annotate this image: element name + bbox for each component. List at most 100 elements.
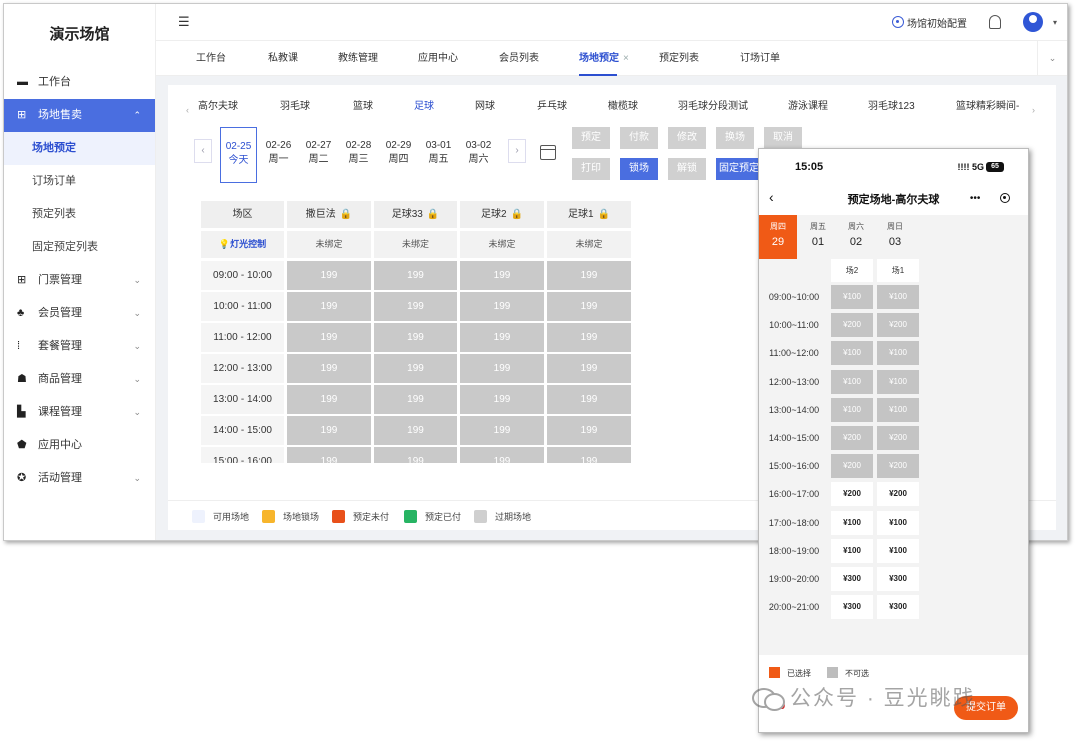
page-tab[interactable]: 教练管理 [338, 41, 378, 76]
tabs-more-icon[interactable]: ⌄ [1037, 41, 1067, 76]
court-slot-cell[interactable]: 199 [374, 292, 457, 321]
court-header[interactable]: 足球33 🔒 [374, 201, 457, 228]
action-button[interactable]: 修改 [668, 127, 706, 149]
page-tab[interactable]: 工作台 [196, 41, 226, 76]
court-slot-cell[interactable]: 199 [547, 447, 631, 463]
sidebar-item[interactable]: ⁞ 套餐管理 ⌄ [4, 330, 155, 363]
phone-slot-cell[interactable]: ¥200 [877, 482, 919, 507]
court-slot-cell[interactable]: 199 [460, 354, 544, 383]
phone-slot-cell[interactable]: ¥300 [877, 595, 919, 620]
phone-slot-cell[interactable]: ¥100 [877, 538, 919, 563]
date-item[interactable]: 02-28 周三 [340, 127, 377, 183]
sport-tab[interactable]: 高尔夫球 [198, 97, 238, 112]
close-miniapp-icon[interactable] [1000, 193, 1011, 203]
light-control-button[interactable]: 💡灯光控制 [201, 231, 284, 258]
court-slot-cell[interactable]: 199 [374, 385, 457, 414]
phone-day-tab[interactable]: 周日 03 [876, 215, 914, 259]
court-slot-cell[interactable]: 199 [547, 354, 631, 383]
sport-tab[interactable]: 羽毛球分段测试 [678, 97, 748, 112]
sidebar-subitem[interactable]: 预定列表 [4, 198, 155, 231]
court-slot-cell[interactable]: 199 [547, 323, 631, 352]
page-tab[interactable]: 会员列表 [499, 41, 539, 76]
court-slot-cell[interactable]: 199 [374, 323, 457, 352]
action-button[interactable]: 解锁 [668, 158, 706, 180]
phone-day-tab[interactable]: 周四 29 [759, 215, 797, 259]
date-item[interactable]: 03-01 周五 [420, 127, 457, 183]
date-item[interactable]: 02-25 今天 [220, 127, 257, 183]
phone-slot-cell[interactable]: ¥300 [831, 595, 873, 620]
page-tab[interactable]: 私教课 [268, 41, 298, 76]
sport-tab[interactable]: 篮球精彩瞬间- [956, 97, 1019, 112]
date-next-button[interactable]: › [508, 139, 526, 163]
sport-tab[interactable]: 橄榄球 [608, 97, 638, 112]
menu-toggle-icon[interactable]: ☰ [178, 14, 190, 30]
court-slot-cell[interactable]: 199 [374, 261, 457, 290]
court-slot-cell[interactable]: 199 [287, 323, 371, 352]
court-slot-cell[interactable]: 199 [547, 261, 631, 290]
court-slot-cell[interactable]: 199 [374, 416, 457, 445]
date-prev-button[interactable]: ‹ [194, 139, 212, 163]
court-slot-cell[interactable]: 199 [547, 416, 631, 445]
scroll-left-icon[interactable]: ‹ [186, 105, 189, 115]
date-item[interactable]: 03-02 周六 [460, 127, 497, 183]
sport-tab[interactable]: 羽毛球123 [868, 97, 915, 112]
court-slot-cell[interactable]: 199 [287, 385, 371, 414]
scroll-right-icon[interactable]: › [1032, 105, 1035, 115]
phone-slot-cell[interactable]: ¥100 [877, 510, 919, 535]
date-item[interactable]: 02-27 周二 [300, 127, 337, 183]
sidebar-item[interactable]: ▙ 课程管理 ⌄ [4, 396, 155, 429]
sport-tab[interactable]: 篮球 [353, 97, 373, 112]
court-slot-cell[interactable]: 199 [374, 354, 457, 383]
date-item[interactable]: 02-26 周一 [260, 127, 297, 183]
sidebar-subitem[interactable]: 场地预定 [4, 132, 155, 165]
more-dots-icon[interactable]: ••• [970, 193, 981, 204]
close-icon[interactable]: × [623, 53, 629, 64]
sidebar-item[interactable]: ⊞ 场地售卖 ⌃ [4, 99, 155, 132]
action-button[interactable]: 取消 [764, 127, 802, 149]
sport-tab[interactable]: 乒乓球 [537, 97, 567, 112]
page-tab[interactable]: 预定列表 [659, 41, 699, 76]
page-tab[interactable]: 订场订单 [740, 41, 780, 76]
action-button[interactable]: 付款 [620, 127, 658, 149]
phone-slot-cell[interactable]: ¥100 [831, 510, 873, 535]
phone-slot-cell[interactable]: ¥200 [831, 482, 873, 507]
sidebar-item[interactable]: ▬ 工作台 [4, 66, 155, 99]
action-button[interactable]: 打印 [572, 158, 610, 180]
calendar-icon[interactable] [540, 145, 556, 160]
page-tab[interactable]: 场地预定 × [579, 41, 629, 76]
court-slot-cell[interactable]: 199 [287, 416, 371, 445]
venue-config-button[interactable]: 场馆初始配置 [891, 15, 967, 30]
sport-tab[interactable]: 足球 [414, 97, 434, 112]
court-header[interactable]: 足球1 🔒 [547, 201, 631, 228]
court-slot-cell[interactable]: 199 [460, 261, 544, 290]
action-button[interactable]: 预定 [572, 127, 610, 149]
sidebar-subitem[interactable]: 订场订单 [4, 165, 155, 198]
action-button[interactable]: 锁场 [620, 158, 658, 180]
sidebar-item[interactable]: ♣ 会员管理 ⌄ [4, 297, 155, 330]
court-slot-cell[interactable]: 199 [460, 323, 544, 352]
bell-icon[interactable] [988, 15, 1001, 29]
phone-slot-cell[interactable]: ¥300 [831, 567, 873, 591]
sidebar-item[interactable]: ⬟ 应用中心 [4, 429, 155, 462]
caret-down-icon[interactable]: ▾ [1053, 18, 1057, 27]
phone-day-tab[interactable]: 周五 01 [799, 215, 837, 259]
court-slot-cell[interactable]: 199 [287, 447, 371, 463]
page-tab[interactable]: 应用中心 [418, 41, 458, 76]
court-header[interactable]: 足球2 🔒 [460, 201, 544, 228]
action-button[interactable]: 固定预定 [716, 158, 762, 180]
court-slot-cell[interactable]: 199 [460, 292, 544, 321]
sport-tab[interactable]: 游泳课程 [788, 97, 828, 112]
phone-slot-cell[interactable]: ¥300 [877, 567, 919, 591]
avatar[interactable] [1022, 12, 1043, 32]
sidebar-item[interactable]: ⊞ 门票管理 ⌄ [4, 264, 155, 297]
court-slot-cell[interactable]: 199 [287, 292, 371, 321]
court-slot-cell[interactable]: 199 [547, 385, 631, 414]
court-header[interactable]: 撒巨法 🔒 [287, 201, 371, 228]
phone-day-tab[interactable]: 周六 02 [837, 215, 875, 259]
phone-slot-cell[interactable]: ¥100 [831, 538, 873, 563]
court-slot-cell[interactable]: 199 [460, 385, 544, 414]
court-slot-cell[interactable]: 199 [547, 292, 631, 321]
court-slot-cell[interactable]: 199 [460, 416, 544, 445]
sidebar-item[interactable]: ✪ 活动管理 ⌄ [4, 462, 155, 495]
sport-tab[interactable]: 羽毛球 [280, 97, 310, 112]
